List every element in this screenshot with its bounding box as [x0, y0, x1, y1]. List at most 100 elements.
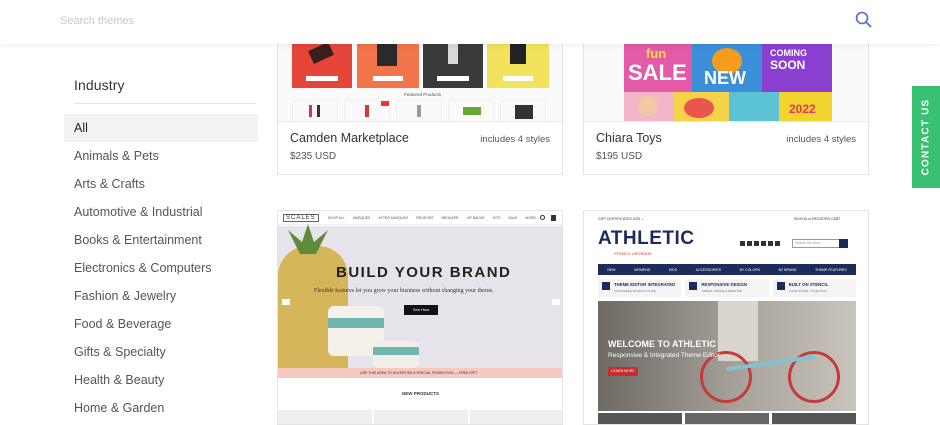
- product-thumb: [396, 100, 442, 121]
- preview-feature-title: RESPONSIVE DESIGN: [701, 282, 747, 287]
- facebook-icon: [740, 241, 745, 246]
- search-button[interactable]: [854, 10, 874, 30]
- industry-heading: Industry: [74, 77, 125, 93]
- preview-nav-item: ACCESSORIES: [695, 267, 721, 272]
- preview-product-tile: [772, 413, 856, 424]
- theme-style-count: includes 4 styles: [786, 134, 856, 145]
- theme-price: $195 USD: [596, 151, 643, 162]
- preview-nav-item: BY BRAND: [778, 267, 797, 272]
- preview-nav-item: RELIEVES: [416, 216, 434, 220]
- featured-products-label: Featured Products: [404, 92, 442, 97]
- preview-nav-item: MASQUES: [352, 216, 371, 220]
- theme-card-athletic[interactable]: GIFT CERTIFICATES USD ⌄ SIGN IN or REGIS…: [583, 210, 869, 425]
- preview-feature-sub: CUSTOMIZE WITHOUT CODE: [614, 289, 656, 293]
- preview-header: SCALES SHOP ALL MASQUES AFTER MASQUES RE…: [278, 211, 562, 225]
- toy-photo-tile: [729, 92, 779, 121]
- industry-item-arts-crafts[interactable]: Arts & Crafts: [64, 170, 258, 198]
- theme-card-camden-marketplace[interactable]: Featured Products Camden Marketplace inc…: [277, 30, 563, 175]
- coming-soon-tile: COMING SOON: [762, 44, 832, 92]
- preview-feature-item: BUILT ON STENCIL YOUR STORE, YOUR DATA: [772, 279, 856, 297]
- industry-item-fashion-jewelry[interactable]: Fashion & Jewelry: [64, 282, 258, 310]
- theme-price: $235 USD: [290, 151, 337, 162]
- preview-hero-sub: Responsive & Integrated Theme Editor: [608, 352, 720, 359]
- preview-subline: Flexible features let you grow your busi…: [314, 288, 494, 294]
- industry-item-books-entertainment[interactable]: Books & Entertainment: [64, 226, 258, 254]
- pinterest-icon: [761, 241, 766, 246]
- theme-card-scales[interactable]: SCALES SHOP ALL MASQUES AFTER MASQUES RE…: [277, 210, 563, 425]
- preview-nav-item: AFTER MASQUES: [378, 216, 409, 220]
- preview-top-right: SIGN IN or REGISTER CART: [794, 217, 841, 221]
- toy-photo-tile: 2022: [779, 92, 832, 121]
- preview-hero: WELCOME TO ATHLETIC Responsive & Integra…: [598, 301, 856, 411]
- social-icons: [740, 241, 780, 246]
- preview-nav-item: WOMENS: [634, 267, 651, 272]
- product-thumb: [500, 100, 546, 121]
- theme-name[interactable]: Chiara Toys: [596, 131, 662, 145]
- preview-section-title: NEW PRODUCTS: [402, 391, 439, 396]
- preview-product-tile: [470, 410, 562, 424]
- industry-item-electronics-computers[interactable]: Electronics & Computers: [64, 254, 258, 282]
- toy-photo-tile: [674, 92, 729, 121]
- industry-filter-sidebar: Industry All Animals & Pets Arts & Craft…: [0, 44, 270, 421]
- carousel-prev-arrow: [282, 299, 290, 305]
- checkbox-icon: [602, 282, 610, 290]
- preview-nav-item: SHOP ALL: [328, 216, 345, 220]
- preview-nav-item: KIDS: [668, 267, 678, 272]
- contact-us-tab[interactable]: CONTACT US: [912, 86, 940, 188]
- industry-item-food-beverage[interactable]: Food & Beverage: [64, 310, 258, 338]
- rss-icon: [775, 241, 780, 246]
- preview-search-placeholder: Search the store: [795, 241, 821, 245]
- banner-text: fun: [646, 46, 667, 61]
- preview-nav-item: SALE: [508, 216, 518, 220]
- preview-hero-title: WELCOME TO ATHLETIC: [608, 339, 716, 349]
- jar-graphic: [373, 341, 419, 368]
- industry-item-gifts-specialty[interactable]: Gifts & Specialty: [64, 338, 258, 366]
- preview-top-left: GIFT CERTIFICATES USD ⌄: [598, 217, 645, 221]
- preview-nav-item: BY COLORS: [739, 267, 760, 272]
- preview-promo-bar: USE THIS AREA TO ADVERTISE A SPECIAL PRO…: [278, 368, 562, 378]
- preview-search-field: Search the store: [792, 239, 848, 248]
- industry-list: All Animals & Pets Arts & Crafts Automot…: [64, 114, 258, 422]
- product-thumb: [292, 100, 338, 121]
- industry-item-automotive-industrial[interactable]: Automotive & Industrial: [64, 198, 258, 226]
- instagram-icon: [747, 241, 752, 246]
- wrench-icon: [776, 282, 785, 290]
- product-thumb: [448, 100, 494, 121]
- preview-product-tile: [374, 410, 468, 424]
- search-input[interactable]: [60, 10, 820, 32]
- industry-item-animals-pets[interactable]: Animals & Pets: [64, 142, 258, 170]
- industry-item-all[interactable]: All: [64, 114, 258, 142]
- theme-card-info: Chiara Toys includes 4 styles $195 USD: [584, 121, 868, 174]
- preview-product-tile: [278, 410, 372, 424]
- preview-promo-text: USE THIS AREA TO ADVERTISE A SPECIAL PRO…: [360, 371, 478, 375]
- preview-logo-sub: STENCIL UPGRADE: [614, 251, 652, 256]
- preview-feature-sub: TABLET, PHONE & DESKTOP: [701, 289, 743, 293]
- industry-item-health-beauty[interactable]: Health & Beauty: [64, 366, 258, 394]
- carousel-next-arrow: [552, 299, 560, 305]
- preview-product-tile: [598, 413, 682, 424]
- preview-nav: NEW WOMENS KIDS ACCESSORIES BY COLORS BY…: [598, 264, 856, 275]
- industry-item-home-garden[interactable]: Home & Garden: [64, 394, 258, 422]
- search-icon: [540, 215, 545, 220]
- banner-text: NEW: [704, 68, 746, 88]
- preview-cta-button: See How: [404, 305, 438, 315]
- preview-headline: BUILD YOUR BRAND: [336, 264, 512, 281]
- preview-features: THEME EDITOR INTEGRATED CUSTOMIZE WITHOU…: [598, 279, 856, 297]
- theme-preview-image[interactable]: SCALES SHOP ALL MASQUES AFTER MASQUES RE…: [278, 211, 562, 424]
- theme-preview-image[interactable]: GIFT CERTIFICATES USD ⌄ SIGN IN or REGIS…: [584, 211, 868, 424]
- theme-name[interactable]: Camden Marketplace: [290, 131, 409, 145]
- bag-icon: [551, 215, 556, 221]
- email-icon: [768, 241, 773, 246]
- theme-card-info: Camden Marketplace includes 4 styles $23…: [278, 121, 562, 174]
- banner-text: SOON: [770, 58, 806, 72]
- preview-feature-title: BUILT ON STENCIL: [788, 282, 829, 287]
- search-icon: [839, 239, 848, 248]
- sale-tile: fun SALE: [624, 44, 692, 92]
- preview-nav-item: THEME FEATURES: [815, 267, 847, 272]
- child-photo-tile: [624, 92, 674, 121]
- preview-feature-item: THEME EDITOR INTEGRATED CUSTOMIZE WITHOU…: [598, 279, 682, 297]
- search-icon: [855, 11, 872, 28]
- theme-card-chiara-toys[interactable]: fun SALE NEW COMING SOON 2022 Chiara Toy…: [583, 30, 869, 175]
- banner-text: SALE: [628, 60, 687, 85]
- preview-nav-item: NEW: [607, 267, 616, 272]
